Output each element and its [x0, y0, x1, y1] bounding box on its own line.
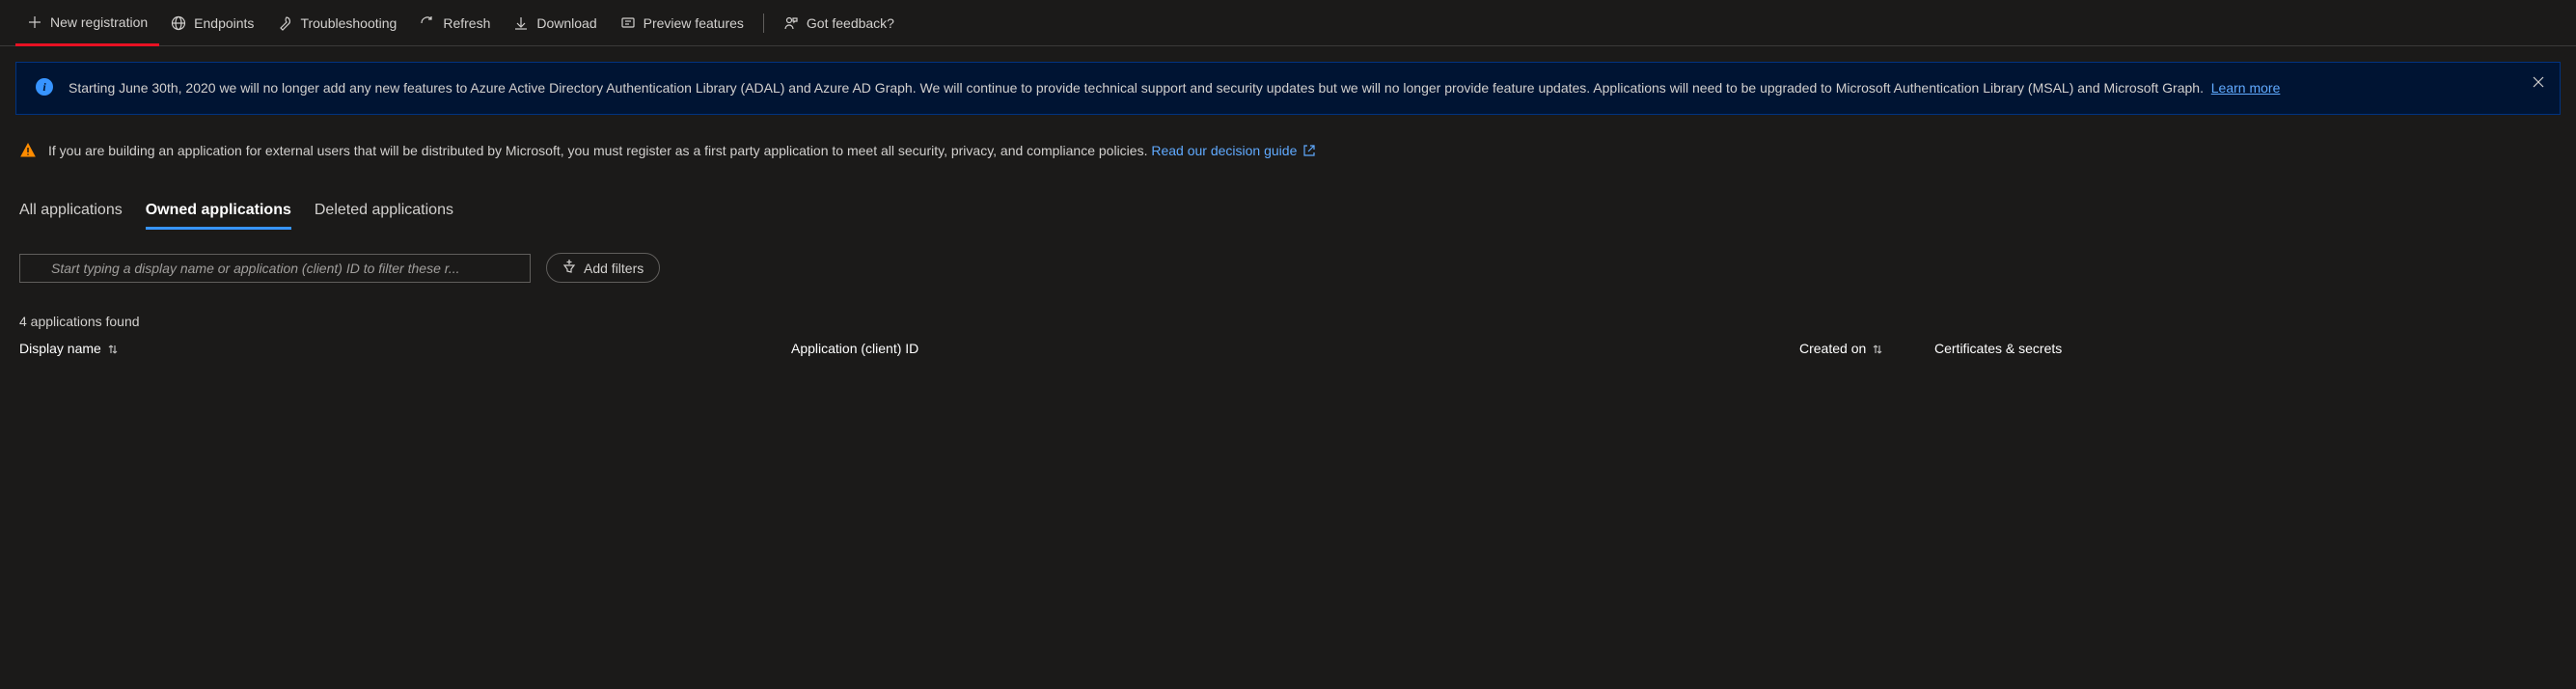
column-created-on[interactable]: Created on [1799, 341, 1934, 356]
filter-row: Add filters [15, 253, 2561, 283]
toolbar-divider [763, 14, 764, 33]
add-filters-button[interactable]: Add filters [546, 253, 660, 283]
column-display-name[interactable]: Display name [19, 341, 791, 356]
add-filters-label: Add filters [584, 261, 644, 276]
toolbar-label: Refresh [443, 15, 490, 31]
info-banner: i Starting June 30th, 2020 we will no lo… [15, 62, 2561, 115]
toolbar: New registration Endpoints Troubleshooti… [0, 0, 2576, 46]
toolbar-label: New registration [50, 14, 148, 30]
sort-icon [1872, 343, 1883, 354]
wrench-icon [277, 15, 292, 31]
close-icon[interactable] [2531, 74, 2546, 90]
search-input[interactable] [19, 254, 531, 283]
toolbar-label: Troubleshooting [300, 15, 397, 31]
new-registration-button[interactable]: New registration [15, 1, 159, 46]
feedback-button[interactable]: Got feedback? [772, 0, 906, 45]
filter-icon [562, 260, 576, 276]
refresh-icon [420, 15, 435, 31]
results-count: 4 applications found [15, 314, 2561, 329]
endpoints-button[interactable]: Endpoints [159, 0, 265, 45]
tabs: All applications Owned applications Dele… [15, 194, 2561, 230]
refresh-button[interactable]: Refresh [408, 0, 502, 45]
column-certs[interactable]: Certificates & secrets [1934, 341, 2557, 356]
tab-all-applications[interactable]: All applications [19, 194, 123, 230]
troubleshooting-button[interactable]: Troubleshooting [265, 0, 408, 45]
plus-icon [27, 14, 42, 30]
tab-deleted-applications[interactable]: Deleted applications [315, 194, 453, 230]
toolbar-label: Got feedback? [807, 15, 894, 31]
toolbar-label: Preview features [644, 15, 744, 31]
toolbar-label: Download [536, 15, 596, 31]
preview-icon [620, 15, 636, 31]
warning-banner: If you are building an application for e… [15, 142, 2561, 159]
learn-more-link[interactable]: Learn more [2211, 80, 2281, 96]
preview-features-button[interactable]: Preview features [609, 0, 755, 45]
external-link-icon [1302, 144, 1316, 157]
tab-owned-applications[interactable]: Owned applications [146, 194, 291, 230]
person-feedback-icon [783, 15, 799, 31]
toolbar-label: Endpoints [194, 15, 254, 31]
warning-text: If you are building an application for e… [48, 143, 1316, 158]
download-button[interactable]: Download [502, 0, 608, 45]
table-header: Display name Application (client) ID Cre… [15, 341, 2561, 356]
globe-icon [171, 15, 186, 31]
decision-guide-link[interactable]: Read our decision guide [1151, 143, 1316, 158]
download-icon [513, 15, 529, 31]
warning-icon [19, 142, 37, 159]
info-banner-text: Starting June 30th, 2020 we will no long… [69, 78, 2280, 98]
column-app-id[interactable]: Application (client) ID [791, 341, 1177, 356]
info-icon: i [36, 78, 53, 96]
sort-icon [107, 343, 119, 354]
